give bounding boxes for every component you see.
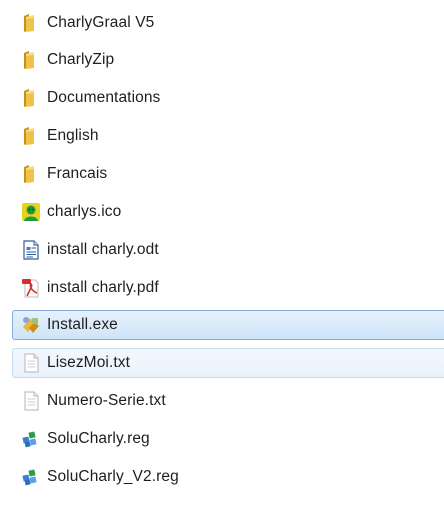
file-name: Install.exe <box>47 316 118 333</box>
file-row-solucharly-reg[interactable]: SoluCharly.reg <box>12 424 444 454</box>
folder-icon <box>24 89 34 107</box>
file-row-francais[interactable]: Francais <box>12 159 444 189</box>
file-name: CharlyZip <box>47 51 115 68</box>
file-name: Documentations <box>47 89 161 106</box>
file-name: LisezMoi.txt <box>47 354 131 371</box>
file-row-english[interactable]: English <box>12 121 444 151</box>
file-row-charlyzip[interactable]: CharlyZip <box>12 45 444 75</box>
file-name: install charly.pdf <box>47 279 159 296</box>
file-name: SoluCharly_V2.reg <box>47 468 179 485</box>
file-row-install-exe[interactable]: Install.exe <box>12 310 444 340</box>
file-row-solucharly-v2-reg[interactable]: SoluCharly_V2.reg <box>12 462 444 492</box>
file-name: Francais <box>47 165 108 182</box>
folder-icon <box>24 14 34 32</box>
file-row-lisezmoi-txt[interactable]: LisezMoi.txt <box>12 348 444 378</box>
file-name: SoluCharly.reg <box>47 430 150 447</box>
file-row-charlys-ico[interactable]: charlys.ico <box>12 197 444 227</box>
file-row-numero-serie-txt[interactable]: Numero-Serie.txt <box>12 386 444 416</box>
file-row-install-charly-odt[interactable]: install charly.odt <box>12 235 444 265</box>
ico-image-icon <box>22 203 40 221</box>
file-name: install charly.odt <box>47 241 159 258</box>
file-list: CharlyGraal V5 CharlyZip Documentations … <box>0 0 444 523</box>
folder-icon <box>24 165 34 183</box>
installer-exe-icon <box>23 317 39 333</box>
folder-icon <box>24 127 34 145</box>
file-name: English <box>47 127 99 144</box>
registry-file-icon <box>22 469 37 486</box>
file-row-documentations[interactable]: Documentations <box>12 83 444 113</box>
text-file-icon <box>24 391 39 411</box>
folder-icon <box>24 51 34 69</box>
odt-document-icon <box>23 240 39 260</box>
text-file-icon <box>24 353 39 373</box>
pdf-document-icon <box>22 279 39 298</box>
file-name: charlys.ico <box>47 203 122 220</box>
file-row-charlygraal-v5[interactable]: CharlyGraal V5 <box>12 8 444 38</box>
file-row-install-charly-pdf[interactable]: install charly.pdf <box>12 273 444 303</box>
registry-file-icon <box>22 431 37 448</box>
file-name: CharlyGraal V5 <box>47 14 155 31</box>
file-name: Numero-Serie.txt <box>47 392 166 409</box>
